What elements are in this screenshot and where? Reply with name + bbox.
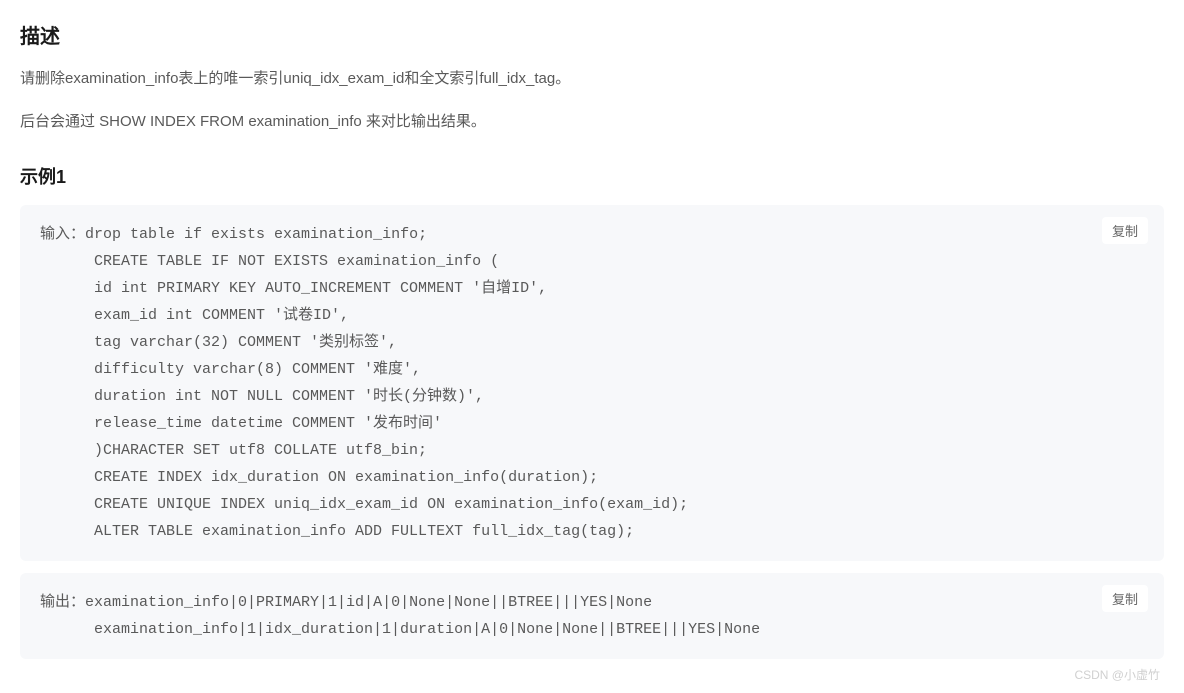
watermark: CSDN @小虚竹 <box>1074 666 1160 683</box>
copy-button[interactable]: 复制 <box>1102 585 1148 612</box>
output-label: 输出： <box>40 594 85 611</box>
input-code-block: 复制 输入：drop table if exists examination_i… <box>20 205 1164 561</box>
input-code-content: 输入：drop table if exists examination_info… <box>40 221 1144 545</box>
output-code-content: 输出：examination_info|0|PRIMARY|1|id|A|0|N… <box>40 589 1144 643</box>
copy-button[interactable]: 复制 <box>1102 217 1148 244</box>
description-paragraph-1: 请删除examination_info表上的唯一索引uniq_idx_exam_… <box>20 65 1164 92</box>
description-heading: 描述 <box>20 20 1164 49</box>
output-code-text: examination_info|0|PRIMARY|1|id|A|0|None… <box>40 594 760 638</box>
input-code-text: drop table if exists examination_info; C… <box>40 226 688 540</box>
output-code-block: 复制 输出：examination_info|0|PRIMARY|1|id|A|… <box>20 573 1164 659</box>
input-label: 输入： <box>40 226 85 243</box>
example-heading: 示例1 <box>20 163 1164 189</box>
description-paragraph-2: 后台会通过 SHOW INDEX FROM examination_info 来… <box>20 108 1164 135</box>
